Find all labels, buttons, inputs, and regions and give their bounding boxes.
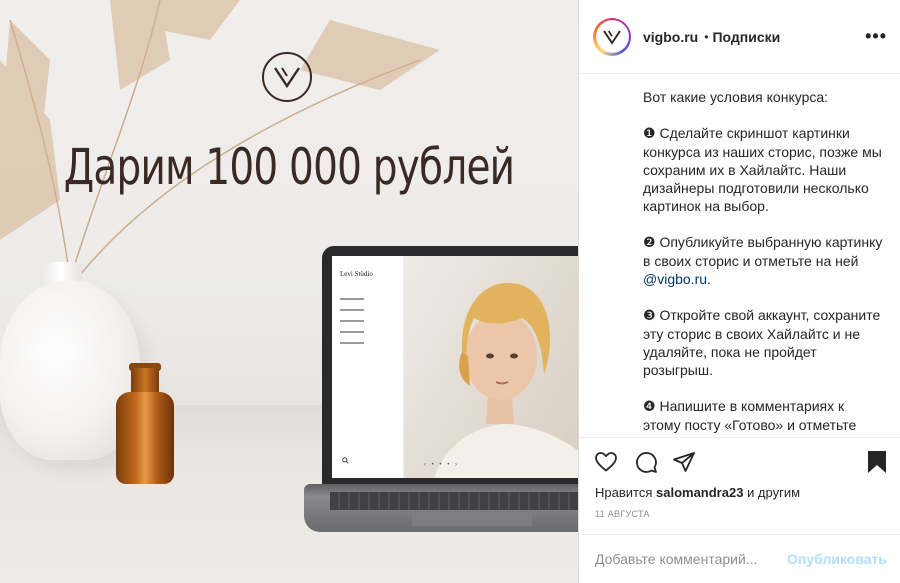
avatar-logo-icon (595, 20, 629, 53)
comment-input[interactable] (595, 551, 788, 567)
header-separator: • (704, 29, 709, 44)
laptop-keyboard (330, 492, 578, 510)
post-sidebar: vigbo.ru • Подписки ••• Вот какие услови… (578, 0, 900, 583)
likes-line: Нравится salomandra23 и другим (595, 485, 800, 500)
more-options-button[interactable]: ••• (865, 26, 887, 47)
caption-step-1: ❶ Сделайте скриншот картинки конкурса из… (643, 124, 883, 215)
caption-step-2: ❷ Опубликуйте выбранную картинку в своих… (643, 233, 883, 288)
heart-icon[interactable] (594, 450, 618, 479)
screen-menu-item (340, 320, 364, 322)
post-date[interactable]: 11 АВГУСТА (595, 509, 650, 519)
step-number: ❷ (643, 235, 656, 251)
vigbo-logo-icon (262, 52, 312, 102)
screen-menu-item (340, 342, 364, 344)
laptop-screen: Levi Stüdio ‹ • • • › (332, 256, 578, 478)
post-image[interactable]: Дарим 100 000 рублей Levi Stüdio ‹ • • •… (0, 0, 578, 583)
bookmark-icon[interactable] (866, 450, 888, 479)
step-text: Сделайте скриншот картинки конкурса из н… (643, 125, 882, 214)
comment-bar: Опубликовать (579, 534, 900, 583)
screen-portrait-photo (404, 256, 578, 478)
avatar[interactable] (593, 17, 631, 56)
laptop-lid: Levi Stüdio ‹ • • • › (322, 246, 578, 486)
screen-menu-item (340, 331, 364, 333)
caption-intro: Вот какие условия конкурса: (643, 89, 829, 105)
screen-sidebar: Levi Stüdio (332, 256, 404, 478)
step-number: ❶ (643, 126, 656, 142)
screen-menu (340, 298, 395, 344)
laptop-trackpad (412, 512, 532, 526)
mention-link[interactable]: @vigbo.ru (643, 271, 707, 287)
action-bar (579, 437, 900, 487)
screen-pagination: ‹ • • • › (424, 462, 459, 468)
caption-step-4: ❹ Напишите в комментариях к этому посту … (643, 397, 883, 436)
likes-suffix: и другим (747, 485, 801, 500)
step-text: Напишите в комментариях к этому посту «Г… (643, 398, 857, 436)
following-button[interactable]: Подписки (712, 29, 780, 45)
post-header: vigbo.ru • Подписки ••• (579, 0, 900, 74)
likes-prefix: Нравится (595, 485, 653, 500)
screen-brand: Levi Stüdio (340, 270, 373, 278)
liker-username-link[interactable]: salomandra23 (656, 485, 743, 500)
screen-menu-item (340, 298, 364, 300)
step-number: ❹ (643, 399, 656, 415)
screen-menu-item (340, 309, 364, 311)
comment-icon[interactable] (634, 450, 658, 479)
step-number: ❸ (643, 308, 656, 324)
username-link[interactable]: vigbo.ru (643, 29, 698, 45)
step-text: Опубликуйте выбранную картинку в своих с… (643, 234, 883, 269)
screen-search-icon (342, 457, 349, 466)
promo-headline: Дарим 100 000 рублей (63, 138, 515, 196)
step-text: Откройте свой аккаунт, сохраните эту сто… (643, 307, 881, 378)
publish-button[interactable]: Опубликовать (787, 551, 887, 567)
amber-bottle (116, 392, 174, 484)
share-icon[interactable] (672, 450, 696, 479)
post-caption: Вот какие условия конкурса: ❶ Сделайте с… (643, 88, 883, 436)
caption-step-3: ❸ Откройте свой аккаунт, сохраните эту с… (643, 306, 883, 379)
step-text-end: . (707, 271, 711, 287)
